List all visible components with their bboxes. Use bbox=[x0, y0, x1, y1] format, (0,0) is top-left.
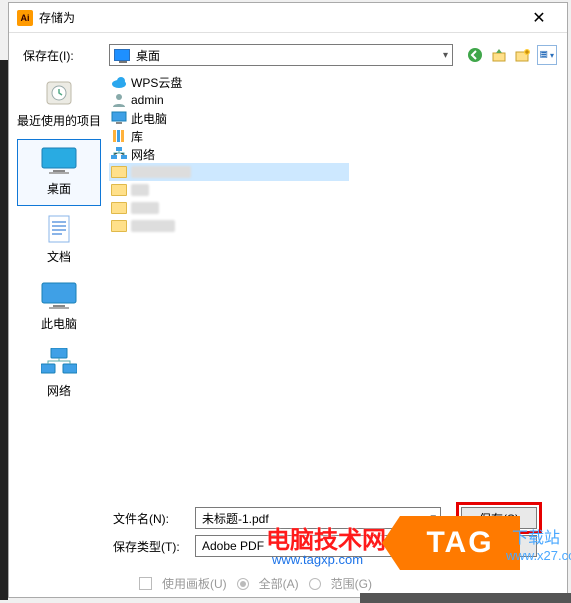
places-desktop[interactable]: 桌面 bbox=[17, 139, 101, 206]
recent-items-icon bbox=[43, 80, 75, 108]
app-left-strip bbox=[0, 60, 8, 600]
file-label: WPS云盘 bbox=[131, 74, 182, 91]
list-item-redacted[interactable] bbox=[109, 163, 349, 181]
back-icon[interactable] bbox=[465, 45, 485, 65]
use-artboards-checkbox[interactable] bbox=[139, 577, 152, 590]
list-item-redacted[interactable] bbox=[109, 217, 567, 235]
place-label: 文档 bbox=[47, 250, 71, 264]
location-text: 桌面 bbox=[136, 47, 160, 64]
file-label: 此电脑 bbox=[131, 110, 167, 127]
folder-icon bbox=[111, 202, 127, 214]
places-documents[interactable]: 文档 bbox=[17, 208, 101, 273]
list-item[interactable]: WPS云盘 bbox=[109, 73, 349, 91]
folder-icon bbox=[111, 220, 127, 232]
list-item-redacted[interactable] bbox=[109, 181, 567, 199]
network-icon bbox=[41, 348, 77, 378]
views-icon[interactable]: ▾ bbox=[537, 45, 557, 65]
list-item[interactable]: 网络 bbox=[109, 145, 349, 163]
place-label: 最近使用的项目 bbox=[17, 114, 101, 128]
range-radio[interactable] bbox=[309, 578, 321, 590]
save-button-label: 保存(S) bbox=[479, 510, 519, 527]
ai-app-icon: Ai bbox=[17, 10, 33, 26]
places-recent[interactable]: 最近使用的项目 bbox=[17, 74, 101, 137]
places-this-pc[interactable]: 此电脑 bbox=[17, 275, 101, 340]
this-pc-icon bbox=[39, 281, 79, 311]
location-combo[interactable]: 桌面 ▾ bbox=[109, 44, 453, 66]
all-radio[interactable] bbox=[237, 578, 249, 590]
redacted-text bbox=[131, 202, 159, 214]
toolbar-icons: ▾ bbox=[465, 45, 557, 65]
up-one-level-icon[interactable] bbox=[489, 45, 509, 65]
user-folder-icon bbox=[111, 92, 127, 108]
list-item-redacted[interactable] bbox=[109, 199, 567, 217]
desktop-icon bbox=[39, 146, 79, 176]
file-label: 网络 bbox=[131, 146, 155, 163]
file-list[interactable]: WPS云盘 admin 此电脑 库 网络 bbox=[109, 71, 567, 501]
documents-icon bbox=[45, 214, 73, 244]
folder-icon bbox=[111, 166, 127, 178]
cloud-icon bbox=[111, 74, 127, 90]
save-in-label: 保存在(I): bbox=[23, 47, 109, 64]
library-icon bbox=[111, 128, 127, 144]
app-bottom-strip bbox=[360, 593, 571, 603]
place-label: 此电脑 bbox=[41, 317, 77, 331]
file-label: 库 bbox=[131, 128, 143, 145]
place-label: 网络 bbox=[47, 384, 71, 398]
places-bar: 最近使用的项目 桌面 文档 bbox=[9, 71, 109, 501]
use-artboards-label: 使用画板(U) bbox=[162, 575, 227, 592]
all-radio-label: 全部(A) bbox=[259, 575, 299, 592]
filename-input[interactable] bbox=[195, 507, 441, 529]
window-title: 存储为 bbox=[39, 9, 519, 26]
list-item[interactable]: 库 bbox=[109, 127, 349, 145]
save-as-dialog: Ai 存储为 ✕ 保存在(I): 桌面 ▾ ▾ bbox=[8, 2, 568, 598]
cancel-button[interactable]: 取消 bbox=[461, 535, 537, 557]
range-radio-label: 范围(G) bbox=[331, 575, 372, 592]
redacted-text bbox=[131, 166, 191, 178]
desktop-icon bbox=[114, 49, 130, 61]
network-small-icon bbox=[111, 147, 127, 161]
folder-icon bbox=[111, 184, 127, 196]
save-button[interactable]: 保存(S) bbox=[461, 507, 537, 529]
chevron-down-icon: ▾ bbox=[443, 50, 448, 61]
places-network[interactable]: 网络 bbox=[17, 342, 101, 407]
place-label: 桌面 bbox=[47, 182, 71, 196]
save-form: 文件名(N): ▾ 保存(S) 保存类型(T): ▾ 取消 bbox=[9, 507, 567, 567]
new-folder-icon[interactable] bbox=[513, 45, 533, 65]
list-item[interactable]: 此电脑 bbox=[109, 109, 349, 127]
location-toolbar: 保存在(I): 桌面 ▾ ▾ bbox=[9, 39, 567, 71]
list-item[interactable]: admin bbox=[109, 91, 349, 109]
redacted-text bbox=[131, 184, 149, 196]
this-pc-small-icon bbox=[111, 111, 127, 125]
cancel-button-label: 取消 bbox=[487, 538, 511, 555]
filename-label: 文件名(N): bbox=[113, 510, 195, 527]
file-label: admin bbox=[131, 93, 164, 107]
filetype-label: 保存类型(T): bbox=[113, 538, 195, 555]
close-icon: ✕ bbox=[532, 8, 545, 28]
redacted-text bbox=[131, 220, 175, 232]
dialog-body: 最近使用的项目 桌面 文档 bbox=[9, 71, 567, 501]
filetype-combo[interactable] bbox=[195, 535, 441, 557]
close-button[interactable]: ✕ bbox=[519, 4, 559, 32]
titlebar: Ai 存储为 ✕ bbox=[9, 3, 567, 33]
